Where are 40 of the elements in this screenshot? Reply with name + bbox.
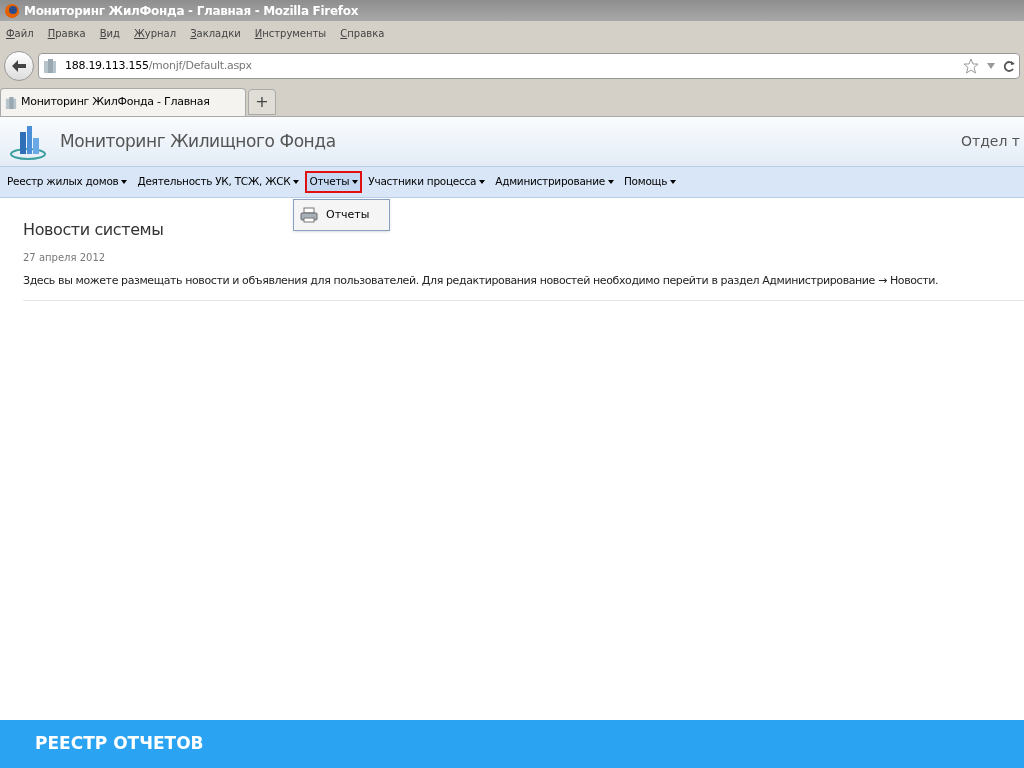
menu-item[interactable]: Инструменты — [254, 25, 327, 41]
new-tab-button[interactable]: + — [248, 89, 276, 115]
building-logo-icon — [8, 123, 48, 160]
news-text: Здесь вы можете размещать новости и объявления для пользователей. Для редактирования новостей необходимо перейти в раздел Администрирование → Новости. — [23, 273, 1024, 301]
menu-item[interactable]: Закладки — [190, 25, 241, 41]
back-button[interactable] — [4, 51, 34, 81]
page-icon — [5, 95, 17, 110]
news-date: 27 апреля 2012 — [23, 251, 107, 265]
caret-icon — [352, 180, 359, 184]
menu-item[interactable]: Журнал — [134, 25, 177, 41]
app-title: Мониторинг Жилищного Фонда — [60, 129, 336, 153]
nav-menu-item[interactable]: Реестр жилых домов — [3, 171, 132, 193]
footer-caption: РЕЕСТР ОТЧЕТОВ — [35, 732, 204, 756]
caret-icon — [479, 180, 486, 184]
nav-menu-item[interactable]: Деятельность УК, ТСЖ, ЖСК — [133, 171, 304, 193]
back-arrow-icon — [11, 59, 27, 73]
reload-icon[interactable] — [1003, 59, 1015, 73]
dropdown-item[interactable]: Отчеты — [294, 203, 389, 227]
star-icon[interactable] — [963, 58, 979, 74]
menu-item[interactable]: Вид — [99, 25, 120, 41]
printer-icon — [300, 207, 318, 223]
caret-icon — [607, 180, 614, 184]
address-field[interactable]: 188.19.113.155/monjf/Default.aspx — [38, 53, 1020, 79]
caret-icon — [670, 180, 677, 184]
url-text: 188.19.113.155/monjf/Default.aspx — [65, 57, 252, 74]
caret-icon — [121, 180, 128, 184]
news-heading: Новости системы — [23, 219, 165, 241]
menu-item[interactable]: Правка — [47, 25, 86, 41]
caret-icon — [293, 180, 300, 184]
user-department: Отдел т — [960, 132, 1020, 151]
page-icon — [43, 58, 57, 74]
window-title: Мониторинг ЖилФонда - Главная - Mozilla Firefox — [24, 2, 359, 20]
nav-menu-item[interactable]: Участники процесса — [364, 171, 490, 193]
dropdown-icon[interactable] — [987, 63, 995, 69]
menu-item[interactable]: Справка — [340, 25, 385, 41]
nav-menu-item[interactable]: Помощь — [619, 171, 681, 193]
nav-menu-item[interactable]: Администрирование — [491, 171, 618, 193]
browser-tab[interactable]: Мониторинг ЖилФонда - Главная — [0, 88, 246, 116]
menu-item[interactable]: Файл — [6, 25, 34, 41]
nav-menu-item[interactable]: Отчеты — [305, 171, 363, 193]
